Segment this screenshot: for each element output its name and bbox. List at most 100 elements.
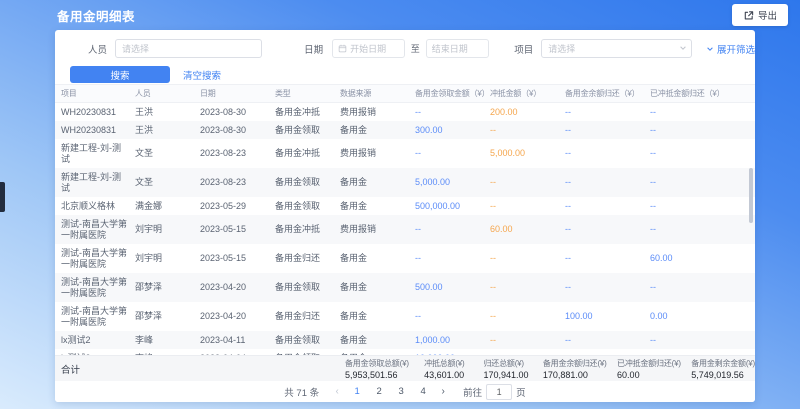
table-cell: 测试-南昌大学第一附属医院 [55, 215, 135, 244]
prev-page-button[interactable]: ‹ [330, 386, 344, 397]
goto-page-suffix: 页 [516, 385, 526, 399]
table-cell: 2023-08-30 [200, 121, 275, 139]
table-cell: 2023-08-30 [200, 103, 275, 121]
table-cell: 邵梦泽 [135, 279, 200, 297]
page-button-4[interactable]: 4 [415, 386, 431, 397]
date-end-input[interactable] [432, 41, 483, 56]
table-cell: 100.00 [565, 308, 650, 326]
summary-item: 备用金剩余金额(¥)5,749,019.56 [691, 358, 755, 380]
date-end-picker[interactable] [426, 39, 489, 58]
table-cell: -- [650, 279, 745, 297]
next-page-button[interactable]: › [436, 386, 450, 397]
table-cell: 王洪 [135, 121, 200, 139]
table-cell: 2023-08-23 [200, 174, 275, 192]
person-filter-label: 人员 [88, 42, 107, 56]
table-cell: 王洪 [135, 103, 200, 121]
table-cell: -- [565, 221, 650, 239]
goto-page-input[interactable] [486, 384, 512, 400]
table-cell: 备用金领取 [275, 174, 340, 192]
summary-item-value: 170,941.00 [484, 370, 543, 380]
table-cell: -- [565, 331, 650, 349]
page-button-3[interactable]: 3 [393, 386, 409, 397]
table-cell: 60.00 [650, 250, 745, 268]
summary-item-label: 归还总额(¥) [484, 358, 543, 369]
project-select[interactable] [541, 39, 692, 59]
table-header-row: 项目人员日期类型数据来源备用金领取金额（¥）冲抵金额（¥）备用金余额归还（¥）已… [55, 84, 755, 103]
table-cell: 2023-05-15 [200, 250, 275, 268]
summary-item: 备用金余额归还(¥)170,881.00 [543, 358, 617, 380]
date-start-input[interactable] [350, 41, 399, 56]
date-start-picker[interactable] [332, 39, 405, 58]
table-cell: WH20230831 [55, 103, 135, 121]
calendar-icon [338, 44, 347, 53]
project-select-input[interactable] [541, 39, 692, 58]
table-cell: 500.00 [415, 279, 490, 297]
table-cell: 测试-南昌大学第一附属医院 [55, 273, 135, 302]
table-cell: 测试-南昌大学第一附属医院 [55, 302, 135, 331]
summary-item-value: 5,953,501.56 [345, 370, 424, 380]
date-range-separator: 至 [411, 42, 420, 55]
table-cell: 文圣 [135, 145, 200, 163]
table-body: WH20230831王洪2023-08-30备用金冲抵费用报销--200.00-… [55, 103, 755, 355]
table-row: lx测试2李峰2023-04-11备用金领取备用金1,000.00------ [55, 331, 755, 349]
table-cell: 备用金 [340, 174, 415, 192]
table-cell: -- [490, 250, 565, 268]
table-cell: -- [565, 197, 650, 215]
person-select-input[interactable] [115, 39, 262, 58]
table-cell: 500,000.00 [415, 197, 490, 215]
table-cell: 备用金冲抵 [275, 221, 340, 239]
table-cell: lx测试2 [55, 331, 135, 349]
table-cell: 2023-08-23 [200, 145, 275, 163]
table-cell: -- [490, 279, 565, 297]
table-cell: 备用金领取 [275, 121, 340, 139]
summary-items: 备用金领取总额(¥)5,953,501.56冲抵总额(¥)43,601.00归还… [345, 358, 755, 380]
column-header: 冲抵金额（¥） [490, 88, 565, 99]
filter-section: 人员 日期 至 项目 [55, 30, 755, 84]
table-cell: 李峰 [135, 331, 200, 349]
summary-total-label: 合计 [61, 356, 80, 382]
vertical-scrollbar-thumb[interactable] [749, 168, 753, 223]
table-cell: 文圣 [135, 174, 200, 192]
table-row: WH20230831王洪2023-08-30备用金冲抵费用报销--200.00-… [55, 103, 755, 121]
table-cell: 新建工程-刘-测试 [55, 168, 135, 197]
summary-item-value: 43,601.00 [424, 370, 483, 380]
table-cell: -- [415, 221, 490, 239]
summary-item-label: 备用金余额归还(¥) [543, 358, 617, 369]
pagination-pages: 1234 [349, 386, 431, 397]
table-cell: -- [650, 197, 745, 215]
table-cell: 备用金 [340, 308, 415, 326]
table-cell: 60.00 [490, 221, 565, 239]
expand-filters-label: 展开筛选 [717, 42, 755, 56]
table-cell: -- [650, 145, 745, 163]
table-cell: 刘宇明 [135, 221, 200, 239]
table-cell: -- [415, 308, 490, 326]
clear-search-link[interactable]: 清空搜索 [183, 68, 221, 82]
table-cell: 2023-04-20 [200, 279, 275, 297]
table-row: 新建工程-刘-测试文圣2023-08-23备用金冲抵费用报销--5,000.00… [55, 139, 755, 168]
summary-item: 备用金领取总额(¥)5,953,501.56 [345, 358, 424, 380]
table-cell: 2023-04-20 [200, 308, 275, 326]
table-cell: 备用金 [340, 250, 415, 268]
page-button-1[interactable]: 1 [349, 386, 365, 397]
table-cell: -- [565, 121, 650, 139]
table-cell: 备用金归还 [275, 308, 340, 326]
column-header: 类型 [275, 88, 340, 99]
table-row: 北京顺义格林满金娜2023-05-29备用金领取备用金500,000.00---… [55, 197, 755, 215]
export-button[interactable]: 导出 [732, 4, 788, 26]
topbar: 备用金明细表 导出 [57, 0, 788, 30]
table-cell: 邵梦泽 [135, 308, 200, 326]
expand-filters-link[interactable]: 展开筛选 [706, 42, 755, 56]
table-cell: 0.00 [650, 308, 745, 326]
search-button[interactable]: 搜索 [70, 66, 170, 83]
table-cell: 满金娜 [135, 197, 200, 215]
sidebar-collapse-handle[interactable] [0, 182, 5, 212]
summary-item-value: 60.00 [617, 370, 691, 380]
table-cell: 2023-05-15 [200, 221, 275, 239]
summary-row: 合计 备用金领取总额(¥)5,953,501.56冲抵总额(¥)43,601.0… [55, 355, 755, 381]
table-cell: -- [565, 279, 650, 297]
table-cell: WH20230831 [55, 121, 135, 139]
table-cell: -- [415, 145, 490, 163]
page-button-2[interactable]: 2 [371, 386, 387, 397]
table-row: 测试-南昌大学第一附属医院邵梦泽2023-04-20备用金归还备用金----10… [55, 302, 755, 331]
table-cell: 新建工程-刘-测试 [55, 139, 135, 168]
